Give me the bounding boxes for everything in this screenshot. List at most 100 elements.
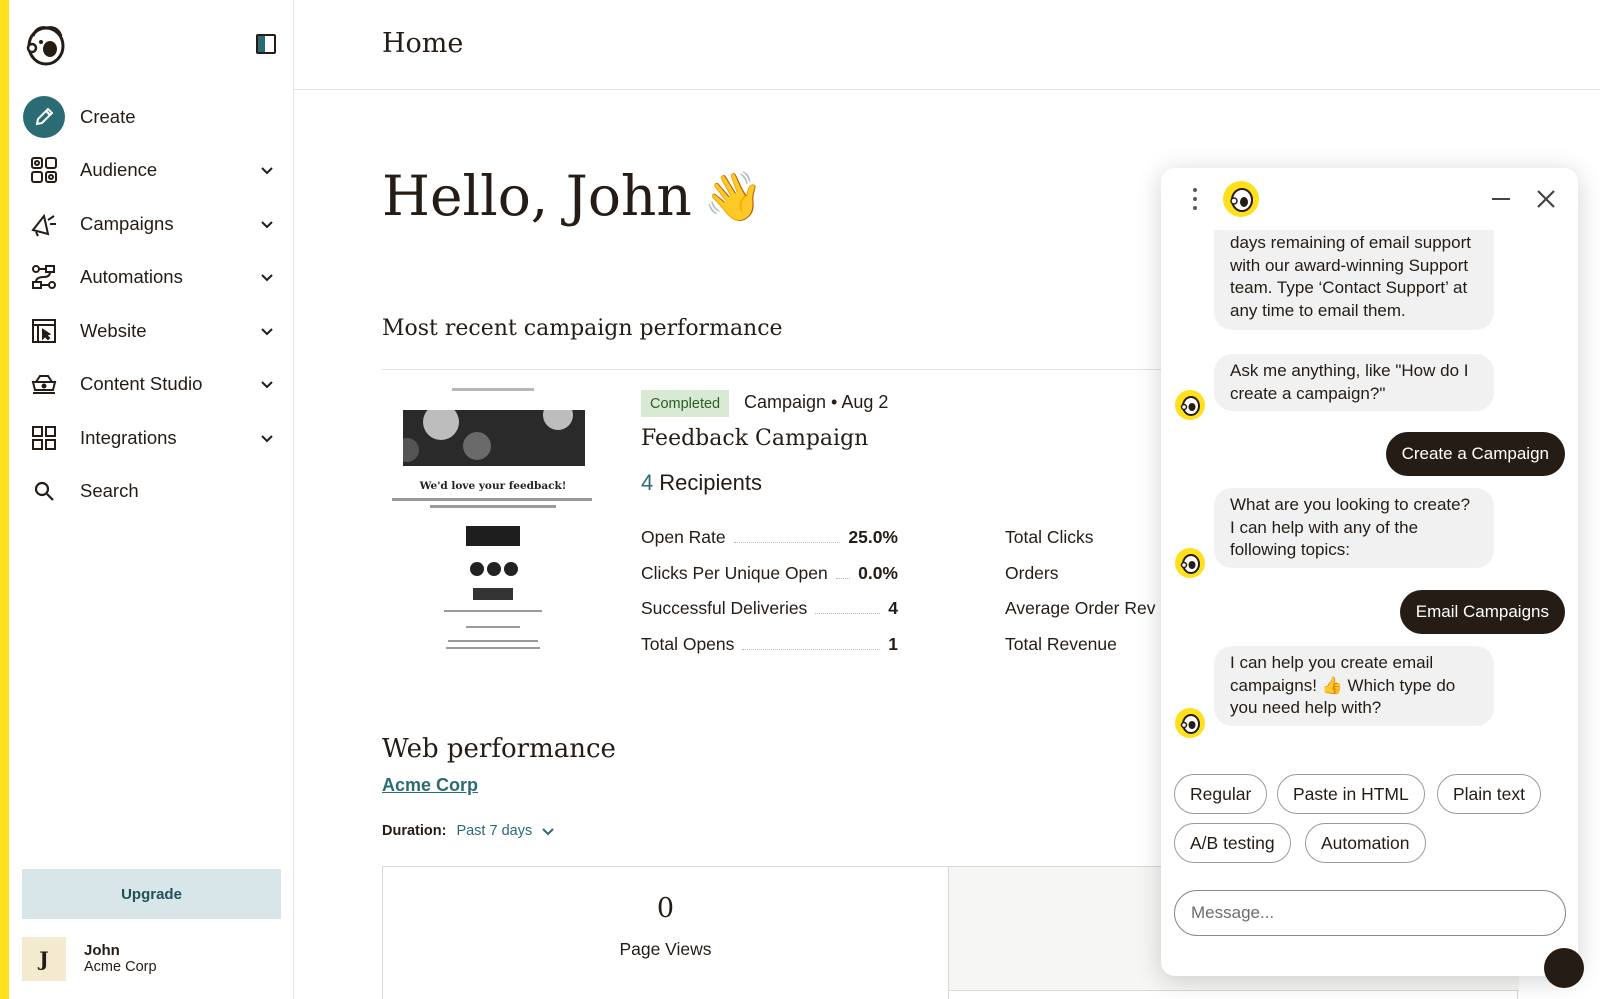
recipients-count: 4: [641, 470, 654, 495]
sidebar-item-label: Content Studio: [80, 373, 203, 395]
sidebar-item-label: Integrations: [80, 426, 177, 448]
stat-value: 1: [888, 633, 898, 654]
chat-launcher-button[interactable]: [1544, 948, 1584, 988]
thumbnail-text-line: [448, 640, 538, 642]
chevron-down-icon: [542, 828, 554, 836]
stat-value: 0.0%: [858, 562, 898, 583]
stat-label: Open Rate: [641, 526, 726, 547]
campaign-section-title: Most recent campaign performance: [382, 316, 783, 341]
sidebar-item-label: Create: [80, 105, 136, 127]
audience-icon: [23, 149, 65, 191]
quick-reply-chip[interactable]: A/B testing: [1174, 823, 1291, 863]
quick-reply-chip[interactable]: Plain text: [1437, 774, 1541, 814]
duration-label: Duration:: [382, 823, 447, 839]
stat-label: Average Order Rev: [1005, 597, 1156, 618]
stat-label: Total Revenue: [1005, 633, 1117, 654]
quick-reply-chip[interactable]: Regular: [1174, 774, 1268, 814]
facebook-icon: [470, 562, 484, 576]
sidebar-item-integrations[interactable]: Integrations: [9, 411, 294, 465]
user-org: Acme Corp: [84, 959, 157, 975]
sidebar-item-label: Search: [80, 480, 139, 502]
campaign-thumbnail[interactable]: We'd love your feedback!: [382, 384, 604, 654]
thumbnail-text-line: [430, 505, 556, 508]
chevron-down-icon[interactable]: [259, 269, 275, 285]
thumbnail-button: [466, 526, 520, 546]
stat-row: Average Order Rev: [1005, 597, 1155, 619]
duration-value: Past 7 days: [456, 823, 533, 839]
chevron-down-icon[interactable]: [259, 216, 275, 232]
thumbnail-headline: We'd love your feedback!: [419, 480, 567, 492]
chevron-down-icon[interactable]: [259, 323, 275, 339]
chevron-down-icon[interactable]: [259, 162, 275, 178]
sidebar-item-website[interactable]: Website: [9, 304, 294, 358]
campaign-meta: Campaign • Aug 2: [744, 392, 889, 412]
user-message: Email Campaigns: [1399, 590, 1565, 634]
mailchimp-logo-icon[interactable]: [23, 22, 67, 66]
recipients: 4 Recipients: [641, 470, 762, 496]
stat-value: 25.0%: [848, 526, 898, 547]
sidebar-item-search[interactable]: Search: [9, 465, 294, 519]
close-icon[interactable]: [1533, 186, 1559, 212]
user-name: John: [84, 942, 120, 959]
site-link[interactable]: Acme Corp: [382, 775, 478, 796]
chat-header: [1161, 168, 1578, 230]
chevron-down-icon[interactable]: [259, 430, 275, 446]
status-badge: Completed: [641, 390, 730, 417]
page-views-value: 0: [656, 893, 675, 924]
stat-label: Clicks Per Unique Open: [641, 562, 828, 583]
bot-avatar-icon: [1175, 390, 1205, 420]
search-icon: [23, 470, 65, 512]
section-divider: [382, 369, 1162, 370]
sidebar-item-create[interactable]: Create: [9, 90, 294, 144]
stat-label: Orders: [1005, 562, 1059, 583]
upgrade-button[interactable]: Upgrade: [22, 869, 281, 919]
sidebar-item-label: Campaigns: [80, 212, 174, 234]
sidebar-item-automations[interactable]: Automations: [9, 251, 294, 305]
sidebar-item-label: Automations: [80, 266, 183, 288]
greeting-text: Hello, John: [382, 164, 692, 228]
quick-reply-chip[interactable]: Paste in HTML: [1277, 774, 1425, 814]
thumbnail-browser-link: [452, 388, 534, 391]
pencil-icon: [23, 95, 65, 138]
twitter-icon: [504, 562, 518, 576]
stat-row: Clicks Per Unique Open 0.0%: [641, 562, 898, 584]
thumbnail-text-line: [466, 626, 520, 628]
stat-row: Total Clicks: [1005, 526, 1094, 548]
megaphone-icon: [23, 203, 65, 245]
duration-filter: Duration: Past 7 days: [382, 823, 556, 839]
greeting: Hello, John 👋: [382, 164, 764, 228]
user-message: Create a Campaign: [1385, 432, 1565, 476]
sidebar-item-audience[interactable]: Audience: [9, 144, 294, 198]
stat-row: Orders: [1005, 562, 1058, 584]
sidebar: Create Audience Campaigns Automations We…: [9, 0, 294, 999]
page-title: Home: [382, 28, 464, 59]
bot-avatar-icon: [1175, 548, 1205, 578]
quick-reply-chip[interactable]: Automation: [1305, 823, 1426, 863]
wave-emoji-icon: 👋: [703, 168, 764, 225]
accent-strip: [0, 0, 9, 999]
stat-row: Open Rate 25.0%: [641, 526, 898, 548]
chat-widget: days remaining of email support with our…: [1161, 168, 1578, 976]
message-input[interactable]: [1174, 890, 1566, 936]
sidebar-item-content-studio[interactable]: Content Studio: [9, 358, 294, 412]
bot-message: Ask me anything, like "How do I create a…: [1214, 354, 1494, 411]
collapse-sidebar-button[interactable]: [256, 34, 276, 54]
instagram-icon: [487, 562, 501, 576]
stat-value: 4: [888, 597, 898, 618]
more-options-icon[interactable]: [1189, 186, 1201, 212]
stat-label: Successful Deliveries: [641, 597, 808, 618]
thumbnail-hero-image: [403, 410, 585, 466]
chat-messages: days remaining of email support with our…: [1161, 220, 1578, 830]
user-account[interactable]: J John Acme Corp: [22, 936, 282, 982]
thumbnail-text-line: [392, 498, 592, 501]
bot-avatar-icon: [1175, 708, 1205, 738]
chevron-down-icon[interactable]: [259, 376, 275, 392]
sidebar-item-label: Website: [80, 319, 147, 341]
bot-message: days remaining of email support with our…: [1214, 220, 1494, 330]
recipients-label: Recipients: [659, 470, 762, 495]
sidebar-item-campaigns[interactable]: Campaigns: [9, 197, 294, 251]
campaign-name[interactable]: Feedback Campaign: [641, 426, 868, 451]
duration-select[interactable]: Past 7 days: [456, 823, 556, 839]
minimize-icon[interactable]: [1490, 188, 1512, 210]
integrations-icon: [23, 417, 65, 459]
